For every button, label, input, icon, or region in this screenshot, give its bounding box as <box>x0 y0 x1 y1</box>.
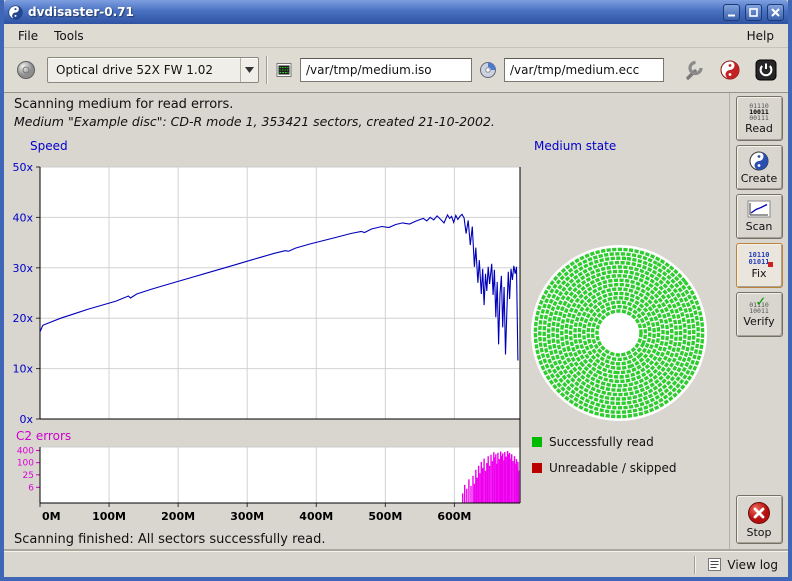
chevron-down-icon <box>240 58 258 82</box>
app-logo-button[interactable] <box>717 57 743 83</box>
svg-text:400M: 400M <box>299 510 333 523</box>
svg-text:100: 100 <box>17 459 34 469</box>
maximize-button[interactable] <box>745 4 762 21</box>
svg-text:600M: 600M <box>437 510 471 523</box>
status-area: Scanning medium for read errors. Medium … <box>4 93 729 137</box>
fix-red-pixel <box>768 262 773 267</box>
svg-text:400: 400 <box>17 447 34 457</box>
log-icon <box>708 558 721 571</box>
svg-text:50x: 50x <box>12 161 33 174</box>
quit-button[interactable] <box>752 56 780 84</box>
read-button[interactable]: 01110 10011 00111 Read <box>736 96 783 141</box>
status-message: Scanning medium for read errors. <box>14 97 719 112</box>
power-icon <box>755 59 777 81</box>
view-log-button[interactable]: View log <box>704 556 782 574</box>
menu-file[interactable]: File <box>10 26 46 46</box>
svg-text:500M: 500M <box>368 510 402 523</box>
legend-failure: Unreadable / skipped <box>532 461 677 475</box>
fix-icon: 10110 01011 <box>748 252 769 266</box>
ecc-path-input[interactable] <box>504 58 664 82</box>
stop-button[interactable]: Stop <box>736 495 783 544</box>
read-label: Read <box>745 122 773 135</box>
maximize-icon <box>748 7 759 18</box>
preferences-button[interactable] <box>680 56 708 84</box>
svg-text:30x: 30x <box>12 262 33 275</box>
create-label: Create <box>741 172 778 185</box>
medium-info: Medium "Example disc": CD-R mode 1, 3534… <box>14 114 719 129</box>
svg-text:100M: 100M <box>92 510 126 523</box>
scan-result-message: Scanning finished: All sectors successfu… <box>4 529 729 551</box>
close-button[interactable] <box>767 4 784 21</box>
minimize-icon <box>726 7 737 18</box>
bottombar-separator <box>694 556 696 574</box>
fix-label: Fix <box>751 267 766 280</box>
svg-text:25: 25 <box>23 471 34 481</box>
svg-text:40x: 40x <box>12 211 33 224</box>
legend-failure-label: Unreadable / skipped <box>549 461 677 475</box>
success-swatch <box>532 437 542 447</box>
menu-help[interactable]: Help <box>739 26 782 46</box>
yin-yang-icon <box>749 151 769 171</box>
toolbar: Optical drive 52X FW 1.02 <box>4 48 788 93</box>
window-title: dvdisaster-0.71 <box>28 5 718 19</box>
svg-text:300M: 300M <box>230 510 264 523</box>
svg-text:200M: 200M <box>161 510 195 523</box>
menu-tools[interactable]: Tools <box>46 26 92 46</box>
content-column: Scanning medium for read errors. Medium … <box>4 93 729 551</box>
stop-label: Stop <box>746 526 771 539</box>
close-icon <box>770 7 781 18</box>
scan-button[interactable]: Scan <box>736 194 783 239</box>
view-log-label: View log <box>727 558 778 572</box>
main-area: Scanning medium for read errors. Medium … <box>4 93 788 551</box>
scan-chart-icon <box>747 200 771 219</box>
verify-label: Verify <box>743 315 774 328</box>
dvdisaster-logo-icon <box>720 60 740 80</box>
legend-success-label: Successfully read <box>549 435 654 449</box>
drive-select-value: Optical drive 52X FW 1.02 <box>56 63 213 77</box>
bottombar: View log <box>4 551 788 577</box>
stop-icon <box>747 501 771 525</box>
action-sidebar: 01110 10011 00111 Read Create <box>729 93 788 551</box>
failure-swatch <box>532 463 542 473</box>
app-icon <box>8 5 23 20</box>
svg-text:20x: 20x <box>12 312 33 325</box>
create-button[interactable]: Create <box>736 145 783 190</box>
menubar: File Tools Help <box>4 24 788 48</box>
legend-success: Successfully read <box>532 435 654 449</box>
svg-text:10x: 10x <box>12 363 33 376</box>
drive-select[interactable]: Optical drive 52X FW 1.02 <box>47 57 259 83</box>
iso-path-input[interactable] <box>300 58 472 82</box>
wrench-icon <box>683 59 705 81</box>
svg-text:6: 6 <box>28 483 34 493</box>
drive-icon <box>15 59 37 81</box>
iso-image-icon <box>275 61 293 79</box>
toolbar-right-group <box>680 56 780 84</box>
read-icon: 01110 10011 00111 <box>749 103 769 121</box>
drive-button[interactable] <box>12 56 40 84</box>
app-window: dvdisaster-0.71 File Tools Help Optical … <box>0 0 792 581</box>
svg-text:0x: 0x <box>19 413 33 426</box>
ecc-file-icon <box>479 61 497 79</box>
fix-button[interactable]: 10110 01011 Fix <box>736 243 783 288</box>
scan-visualization: Speed Medium state C2 errors 0x10x20x30x… <box>4 137 729 529</box>
verify-button[interactable]: 01110 10011 ✓ Verify <box>736 292 783 337</box>
minimize-button[interactable] <box>723 4 740 21</box>
titlebar[interactable]: dvdisaster-0.71 <box>4 0 788 24</box>
toolbar-separator <box>266 56 268 84</box>
verify-icon: 01110 10011 ✓ <box>749 302 769 314</box>
scan-label: Scan <box>746 220 773 233</box>
svg-text:0M: 0M <box>42 510 61 523</box>
check-icon: ✓ <box>756 298 765 304</box>
